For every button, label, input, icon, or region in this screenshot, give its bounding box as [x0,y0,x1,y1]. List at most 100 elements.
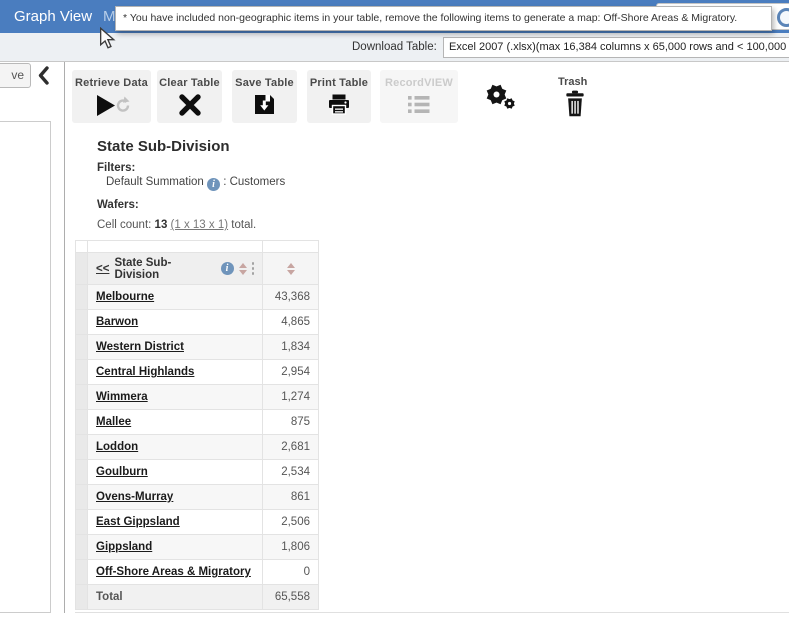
row-label-link[interactable]: Goulburn [96,466,148,478]
table-row: Melbourne 43,368 [76,285,319,310]
table-body: Melbourne 43,368 Barwon 4,865 Western Di… [76,285,319,585]
row-handle-cell [76,435,88,460]
table-row: Western District 1,834 [76,335,319,360]
row-label-link[interactable]: Central Highlands [96,366,194,378]
cell-count-link[interactable]: (1 x 13 x 1) [171,219,229,231]
row-handle-cell [76,360,88,385]
collapse-sidebar-chevron-icon[interactable] [36,64,51,87]
column-menu-dots-icon[interactable] [252,262,258,275]
filter-name: Default Summation [106,176,204,188]
row-handle-cell [76,535,88,560]
download-table-label: Download Table: [352,33,437,61]
row-handle-cell [76,460,88,485]
download-bar: Download Table: Excel 2007 (.xlsx)(max 1… [0,33,789,62]
save-table-button[interactable]: Save Table [232,70,297,123]
spacer-row [76,241,319,253]
row-handle-cell [76,410,88,435]
table-row: Wimmera 1,274 [76,385,319,410]
wafers-label: Wafers: [97,199,139,211]
map-warning-tooltip: * You have included non-geographic items… [115,6,772,31]
recordview-button[interactable]: RecordVIEW [380,70,458,123]
row-value: 2,954 [263,360,319,385]
row-value: 0 [263,560,319,585]
row-label-link[interactable]: Off-Shore Areas & Migratory [96,566,251,578]
filter-value: Customers [230,176,286,188]
clear-table-button[interactable]: Clear Table [157,70,222,123]
tab-graph-view[interactable]: Graph View [14,0,92,33]
row-value: 1,834 [263,335,319,360]
row-label-link[interactable]: Western District [96,341,184,353]
table-row: Mallee 875 [76,410,319,435]
sort-arrows-icon[interactable] [239,263,247,275]
total-value-cell: 65,558 [263,585,319,610]
value-sort-arrows-icon[interactable] [287,263,295,275]
table-row: Central Highlands 2,954 [76,360,319,385]
row-value: 875 [263,410,319,435]
info-icon[interactable]: i [207,178,220,191]
total-row: Total 65,558 [76,585,319,610]
column-info-icon[interactable]: i [221,262,234,275]
row-label-link[interactable]: Melbourne [96,291,154,303]
row-label-link[interactable]: Ovens-Murray [96,491,173,503]
retrieve-data-label: Retrieve Data [72,77,151,89]
row-value: 2,506 [263,510,319,535]
row-handle-cell [76,560,88,585]
table-row: Loddon 2,681 [76,435,319,460]
sidebar-panel [0,121,51,613]
column-header-label: State Sub-Division [114,257,215,281]
move-column-link[interactable]: << [96,263,109,275]
row-handle-cell [76,310,88,335]
value-column-header-cell [263,253,319,285]
row-handle-cell [76,385,88,410]
row-label-link[interactable]: Gippsland [96,541,152,553]
play-refresh-icon [72,93,151,119]
row-value: 1,806 [263,535,319,560]
row-label-link[interactable]: East Gippsland [96,516,180,528]
row-value: 861 [263,485,319,510]
mouse-cursor-icon [99,27,117,49]
download-format-select[interactable]: Excel 2007 (.xlsx)(max 16,384 columns x … [443,37,789,58]
row-value: 43,368 [263,285,319,310]
row-handle-cell [76,510,88,535]
row-value: 1,274 [263,385,319,410]
row-handle-cell [76,285,88,310]
content-bottom-divider [75,612,789,613]
data-table: << State Sub-Division i Melbourne 43,368… [75,240,319,610]
clear-table-label: Clear Table [157,77,222,89]
cell-count-value: 13 [155,219,168,231]
trash-icon[interactable] [562,90,588,118]
trash-label: Trash [558,76,587,88]
retrieve-data-button[interactable]: Retrieve Data [72,70,151,123]
table-row: Gippsland 1,806 [76,535,319,560]
row-handle-cell [76,585,88,610]
help-circle-icon[interactable] [777,8,789,27]
filter-separator: : [223,176,226,188]
recordview-label: RecordVIEW [380,77,458,89]
settings-gears-icon[interactable] [484,82,518,112]
printer-icon [307,93,371,119]
row-handle-header-cell [76,253,88,285]
total-label-cell: Total [88,585,263,610]
row-handle-cell [76,485,88,510]
row-label-link[interactable]: Mallee [96,416,131,428]
print-table-button[interactable]: Print Table [307,70,371,123]
save-table-label: Save Table [232,77,297,89]
recordview-list-icon [380,93,458,119]
cell-count-prefix: Cell count: [97,219,151,231]
print-table-label: Print Table [307,77,371,89]
row-label-link[interactable]: Wimmera [96,391,148,403]
row-label-link[interactable]: Barwon [96,316,138,328]
sidebar-partial-button[interactable]: ve [0,63,31,88]
cell-count-suffix: total. [231,219,256,231]
row-label-link[interactable]: Loddon [96,441,138,453]
table-row: Barwon 4,865 [76,310,319,335]
row-handle-cell [76,335,88,360]
table-row: Off-Shore Areas & Migratory 0 [76,560,319,585]
row-value: 2,534 [263,460,319,485]
save-icon [232,93,297,119]
filters-label: Filters: [97,162,135,174]
column-header-cell: << State Sub-Division i [88,253,263,285]
sidebar-divider [64,62,65,613]
table-row: Ovens-Murray 861 [76,485,319,510]
table-header-row: << State Sub-Division i [76,253,319,285]
